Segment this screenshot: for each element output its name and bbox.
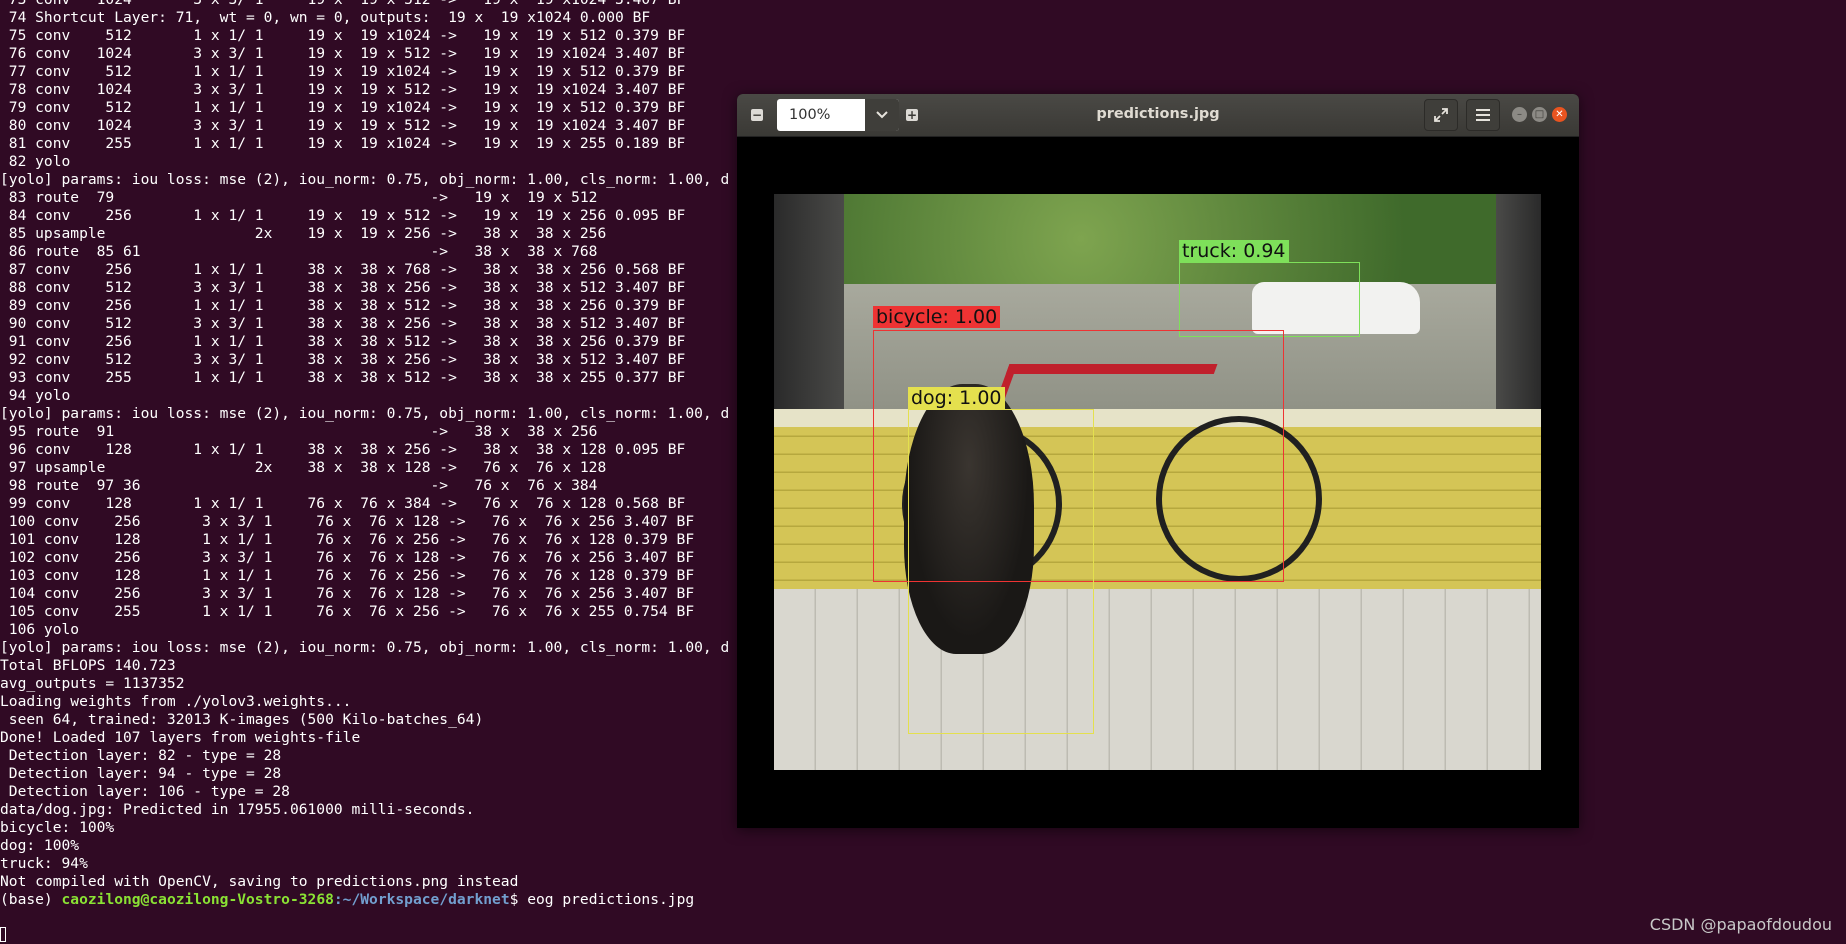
terminal-line: truck: 94% — [0, 855, 88, 872]
prompt-path: :~/Workspace/darknet — [333, 891, 510, 908]
prompt-symbol: $ — [509, 891, 528, 908]
terminal-line: Not compiled with OpenCV, saving to pred… — [0, 873, 519, 890]
terminal-line: avg_outputs = 1137352 — [0, 675, 185, 692]
terminal-line: 87 conv 256 1 x 1/ 1 38 x 38 x 768 -> 38… — [0, 261, 686, 278]
terminal-line: 96 conv 128 1 x 1/ 1 38 x 38 x 256 -> 38… — [0, 441, 686, 458]
close-icon: ✕ — [1555, 108, 1564, 120]
terminal-line: 76 conv 1024 3 x 3/ 1 19 x 19 x 512 -> 1… — [0, 45, 686, 62]
menu-button[interactable] — [1466, 99, 1500, 131]
maximize-button[interactable]: □ — [1532, 107, 1547, 122]
terminal-line: 98 route 97 36 -> 76 x 76 x 384 — [0, 477, 598, 494]
detection-label-bicycle: bicycle: 1.00 — [873, 306, 1001, 328]
terminal-line: 81 conv 255 1 x 1/ 1 19 x 19 x1024 -> 19… — [0, 135, 686, 152]
terminal-line: 93 conv 255 1 x 1/ 1 38 x 38 x 512 -> 38… — [0, 369, 686, 386]
terminal-line: data/dog.jpg: Predicted in 17955.061000 … — [0, 801, 475, 818]
terminal-line: Loading weights from ./yolov3.weights... — [0, 693, 352, 710]
terminal-line: dog: 100% — [0, 837, 80, 854]
minimize-button[interactable]: – — [1512, 107, 1527, 122]
watermark: CSDN @papaofdoudou — [1649, 915, 1832, 934]
terminal-line: 85 upsample 2x 19 x 19 x 256 -> 38 x 38 … — [0, 225, 607, 242]
terminal-line: Detection layer: 94 - type = 28 — [0, 765, 282, 782]
terminal-line: Total BFLOPS 140.723 — [0, 657, 176, 674]
hamburger-menu-icon — [1476, 109, 1490, 121]
terminal-line: [yolo] params: iou loss: mse (2), iou_no… — [0, 405, 730, 422]
terminal-line: 78 conv 1024 3 x 3/ 1 19 x 19 x 512 -> 1… — [0, 81, 686, 98]
detection-box-dog — [908, 409, 1094, 734]
close-button[interactable]: ✕ — [1552, 107, 1567, 122]
terminal-line: 82 yolo — [0, 153, 71, 170]
terminal-line: [yolo] params: iou loss: mse (2), iou_no… — [0, 171, 730, 188]
prompt-user-host: caozilong@caozilong-Vostro-3268 — [61, 891, 334, 908]
terminal-line: 86 route 85 61 -> 38 x 38 x 768 — [0, 243, 598, 260]
terminal-line: 80 conv 1024 3 x 3/ 1 19 x 19 x 512 -> 1… — [0, 117, 686, 134]
terminal-line: 83 route 79 -> 19 x 19 x 512 — [0, 189, 598, 206]
terminal-line: 73 conv 1024 3 x 3/ 1 19 x 19 x 512 -> 1… — [0, 0, 745, 9]
detection-label-truck: truck: 0.94 — [1179, 240, 1289, 262]
terminal-line: 106 yolo — [0, 621, 80, 638]
terminal-line: 84 conv 256 1 x 1/ 1 19 x 19 x 512 -> 19… — [0, 207, 686, 224]
minimize-icon: – — [1517, 108, 1522, 120]
prediction-image: truck: 0.94 bicycle: 1.00 dog: 1.00 — [774, 194, 1541, 770]
fullscreen-button[interactable] — [1424, 99, 1458, 131]
prompt-command: eog predictions.jpg — [527, 891, 695, 908]
terminal-line: bicycle: 100% — [0, 819, 115, 836]
terminal-line: 95 route 91 -> 38 x 38 x 256 — [0, 423, 598, 440]
terminal-line: Detection layer: 82 - type = 28 — [0, 747, 282, 764]
terminal-line: 88 conv 512 3 x 3/ 1 38 x 38 x 256 -> 38… — [0, 279, 686, 296]
terminal-line: 77 conv 512 1 x 1/ 1 19 x 19 x1024 -> 19… — [0, 63, 686, 80]
terminal-line: 102 conv 256 3 x 3/ 1 76 x 76 x 128 -> 7… — [0, 549, 695, 566]
fullscreen-icon — [1434, 108, 1448, 122]
terminal-line: 101 conv 128 1 x 1/ 1 76 x 76 x 256 -> 7… — [0, 531, 695, 548]
terminal-line: 89 conv 256 1 x 1/ 1 38 x 38 x 512 -> 38… — [0, 297, 686, 314]
terminal-cursor — [0, 927, 6, 942]
terminal-line: [yolo] params: iou loss: mse (2), iou_no… — [0, 639, 730, 656]
detection-label-dog: dog: 1.00 — [908, 387, 1005, 409]
terminal-output: 73 conv 1024 3 x 3/ 1 19 x 19 x 512 -> 1… — [0, 0, 745, 909]
detection-boxes: truck: 0.94 bicycle: 1.00 dog: 1.00 — [774, 194, 1541, 770]
terminal-line: 94 yolo — [0, 387, 71, 404]
detection-box-truck — [1179, 262, 1360, 337]
maximize-icon: □ — [1534, 108, 1545, 120]
terminal-line: 74 Shortcut Layer: 71, wt = 0, wn = 0, o… — [0, 9, 651, 26]
terminal-line: 105 conv 255 1 x 1/ 1 76 x 76 x 256 -> 7… — [0, 603, 695, 620]
terminal-prompt-line[interactable]: (base) caozilong@caozilong-Vostro-3268:~… — [0, 891, 745, 909]
viewer-titlebar[interactable]: − 100% + predictions.jpg – □ ✕ — [737, 94, 1579, 137]
terminal-line: 90 conv 512 3 x 3/ 1 38 x 38 x 256 -> 38… — [0, 315, 686, 332]
image-viewer-window[interactable]: − 100% + predictions.jpg – □ ✕ truck: 0.… — [737, 94, 1579, 828]
terminal-line: 75 conv 512 1 x 1/ 1 19 x 19 x1024 -> 19… — [0, 27, 686, 44]
terminal-line: seen 64, trained: 32013 K-images (500 Ki… — [0, 711, 484, 728]
terminal-line: 104 conv 256 3 x 3/ 1 76 x 76 x 128 -> 7… — [0, 585, 695, 602]
terminal-line: Done! Loaded 107 layers from weights-fil… — [0, 729, 361, 746]
terminal-line: 79 conv 512 1 x 1/ 1 19 x 19 x1024 -> 19… — [0, 99, 686, 116]
terminal-line: 100 conv 256 3 x 3/ 1 76 x 76 x 128 -> 7… — [0, 513, 695, 530]
terminal-line: 92 conv 512 3 x 3/ 1 38 x 38 x 256 -> 38… — [0, 351, 686, 368]
terminal-line: Detection layer: 106 - type = 28 — [0, 783, 290, 800]
prompt-env: (base) — [0, 891, 62, 908]
terminal-line: 91 conv 256 1 x 1/ 1 38 x 38 x 512 -> 38… — [0, 333, 686, 350]
terminal-line: 99 conv 128 1 x 1/ 1 76 x 76 x 384 -> 76… — [0, 495, 686, 512]
terminal-line: 103 conv 128 1 x 1/ 1 76 x 76 x 256 -> 7… — [0, 567, 695, 584]
terminal-line: 97 upsample 2x 38 x 38 x 128 -> 76 x 76 … — [0, 459, 607, 476]
